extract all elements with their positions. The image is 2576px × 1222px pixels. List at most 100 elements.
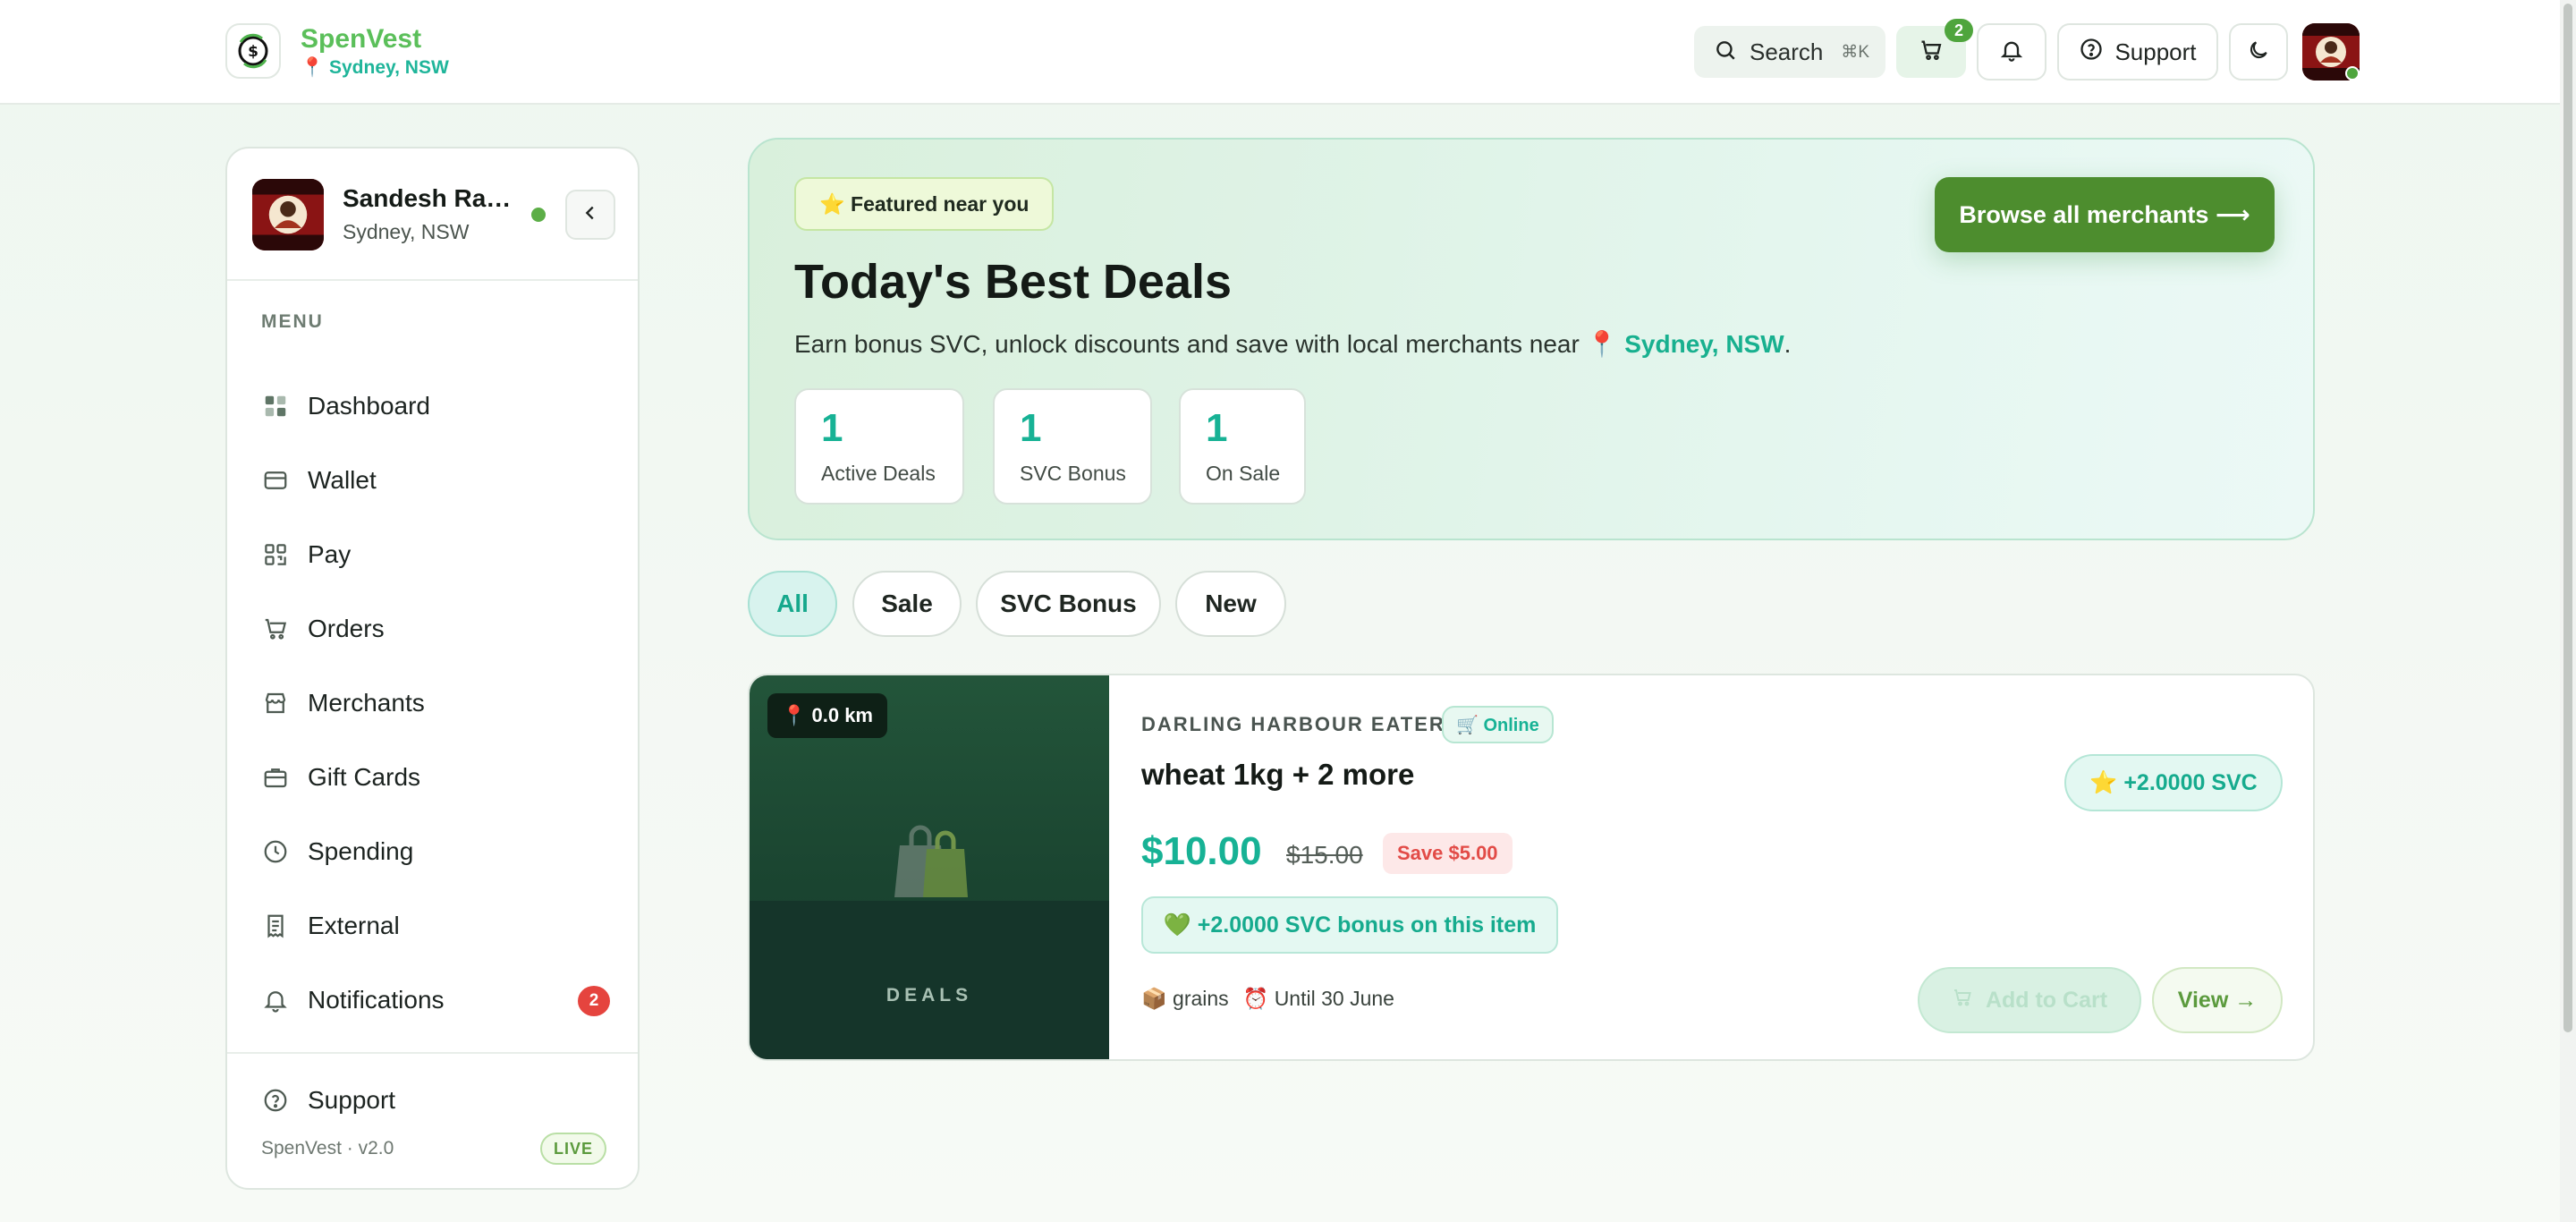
filter-svc-bonus[interactable]: SVC Bonus <box>976 571 1161 637</box>
sidebar-item-gift-cards[interactable]: Gift Cards <box>261 752 610 802</box>
profile-card: Sandesh Ran... Sydney, NSW <box>227 149 638 281</box>
stat-value: 1 <box>821 406 843 450</box>
stat-on-sale: 1 On Sale <box>1179 388 1306 505</box>
theme-toggle-button[interactable] <box>2229 23 2288 81</box>
user-name: Sandesh Ran... <box>343 184 521 212</box>
sidebar-item-support[interactable]: Support <box>261 1075 610 1125</box>
distance-badge: 📍 0.0 km <box>767 693 887 738</box>
stat-label: On Sale <box>1206 462 1281 485</box>
help-icon <box>2079 37 2104 68</box>
svc-reward-badge: ⭐ +2.0000 SVC <box>2064 754 2283 811</box>
sidebar-item-label: Spending <box>308 837 414 865</box>
search-shortcut: ⌘K <box>1841 42 1870 62</box>
deal-card[interactable]: 📍 0.0 km DEALS DARLING HARBOUR EATERY 🛒 … <box>748 674 2315 1061</box>
sidebar-item-label: Gift Cards <box>308 763 421 791</box>
hero-subtitle-end: . <box>1784 330 1792 358</box>
top-bar: $ SpenVest 📍 Sydney, NSW Search ⌘K 2 Sup… <box>0 0 2576 105</box>
user-location: Sydney, NSW <box>343 220 470 243</box>
qr-icon <box>261 540 290 569</box>
menu-heading: MENU <box>261 311 324 332</box>
store-icon <box>261 689 290 717</box>
notifications-button[interactable] <box>1977 23 2046 81</box>
logo-icon[interactable]: $ <box>225 23 281 79</box>
hero-subtitle-text: Earn bonus SVC, unlock discounts and sav… <box>794 330 1625 358</box>
chevron-left-icon <box>580 203 600 227</box>
online-badge: 🛒 Online <box>1442 706 1554 743</box>
filter-new[interactable]: New <box>1175 571 1286 637</box>
online-status-dot <box>2345 66 2360 81</box>
notifications-count-badge: 2 <box>578 986 610 1016</box>
sidebar-item-merchants[interactable]: Merchants <box>261 678 610 728</box>
deal-title[interactable]: wheat 1kg + 2 more <box>1141 758 1414 792</box>
scrollbar-thumb[interactable] <box>2563 4 2572 1032</box>
search-icon <box>1714 38 1737 66</box>
collapse-sidebar-button[interactable] <box>565 190 615 240</box>
hero-city-link[interactable]: Sydney, NSW <box>1624 330 1784 358</box>
brand-location: 📍 Sydney, NSW <box>301 57 449 78</box>
search-button[interactable]: Search ⌘K <box>1694 26 1885 78</box>
cart-icon <box>1919 38 1944 67</box>
sidebar: Sandesh Ran... Sydney, NSW MENU Dashboar… <box>225 147 640 1190</box>
cart-count-badge: 2 <box>1945 19 1973 42</box>
browse-merchants-button[interactable]: Browse all merchants ⟶ <box>1935 177 2275 252</box>
user-online-dot <box>531 208 546 222</box>
live-badge: LIVE <box>540 1133 606 1165</box>
shopping-bag-icon <box>882 810 980 908</box>
bell-icon <box>261 986 290 1014</box>
page-scrollbar[interactable] <box>2560 0 2576 1222</box>
sidebar-item-label: Pay <box>308 540 352 568</box>
cart-icon <box>261 615 290 643</box>
search-label: Search <box>1750 38 1824 65</box>
featured-chip: ⭐ Featured near you <box>794 177 1055 231</box>
wallet-icon <box>261 466 290 495</box>
filter-sale[interactable]: Sale <box>852 571 962 637</box>
sidebar-item-dashboard[interactable]: Dashboard <box>261 381 610 431</box>
deal-image-caption: DEALS <box>886 985 973 1006</box>
add-to-cart-button[interactable]: Add to Cart <box>1918 967 2141 1033</box>
briefcase-icon <box>261 763 290 792</box>
sidebar-item-label: Dashboard <box>308 392 430 420</box>
sidebar-item-orders[interactable]: Orders <box>261 604 610 654</box>
stat-label: SVC Bonus <box>1020 462 1126 485</box>
app-version: SpenVest · v2.0 <box>261 1138 394 1158</box>
stat-value: 1 <box>1020 406 1042 450</box>
merchant-name[interactable]: DARLING HARBOUR EATERY <box>1141 713 1460 736</box>
help-icon <box>261 1086 290 1115</box>
support-button[interactable]: Support <box>2057 23 2218 81</box>
bell-icon <box>1999 38 2024 67</box>
page-title: Today's Best Deals <box>794 255 1233 309</box>
brand-name[interactable]: SpenVest <box>301 24 421 55</box>
deal-price: $10.00 <box>1141 829 1262 873</box>
sidebar-item-label: Wallet <box>308 466 377 494</box>
sidebar-item-wallet[interactable]: Wallet <box>261 455 610 505</box>
cart-icon <box>1952 987 1973 1014</box>
profile-avatar[interactable] <box>252 179 324 250</box>
deal-expiry: ⏰ Until 30 June <box>1242 987 1394 1010</box>
svc-bonus-banner: 💚 +2.0000 SVC bonus on this item <box>1141 896 1558 954</box>
stat-svc-bonus: 1 SVC Bonus <box>993 388 1152 505</box>
sidebar-item-label: Orders <box>308 615 385 642</box>
hero-subtitle: Earn bonus SVC, unlock discounts and sav… <box>794 329 1791 359</box>
sidebar-item-external[interactable]: External <box>261 901 610 951</box>
savings-badge: Save $5.00 <box>1383 833 1513 874</box>
deal-image[interactable]: 📍 0.0 km DEALS <box>750 675 1109 1059</box>
view-deal-button[interactable]: View → <box>2152 967 2283 1033</box>
stat-label: Active Deals <box>821 462 936 485</box>
clock-icon <box>261 837 290 866</box>
filter-all[interactable]: All <box>748 571 837 637</box>
sidebar-item-pay[interactable]: Pay <box>261 530 610 580</box>
stat-active-deals: 1 Active Deals <box>794 388 964 505</box>
original-price: $15.00 <box>1286 841 1363 869</box>
moon-icon <box>2247 38 2270 66</box>
grid-icon <box>261 392 290 420</box>
sidebar-item-notifications[interactable]: Notifications 2 <box>261 975 610 1025</box>
deal-category: 📦 grains <box>1141 987 1229 1010</box>
deal-image-floor <box>750 901 1109 1059</box>
sidebar-item-label: Merchants <box>308 689 425 717</box>
sidebar-item-label: Notifications <box>308 986 445 1014</box>
sidebar-item-label: Support <box>308 1086 396 1114</box>
add-to-cart-label: Add to Cart <box>1985 987 2108 1013</box>
receipt-icon <box>261 912 290 940</box>
sidebar-item-spending[interactable]: Spending <box>261 827 610 877</box>
stat-value: 1 <box>1206 406 1228 450</box>
